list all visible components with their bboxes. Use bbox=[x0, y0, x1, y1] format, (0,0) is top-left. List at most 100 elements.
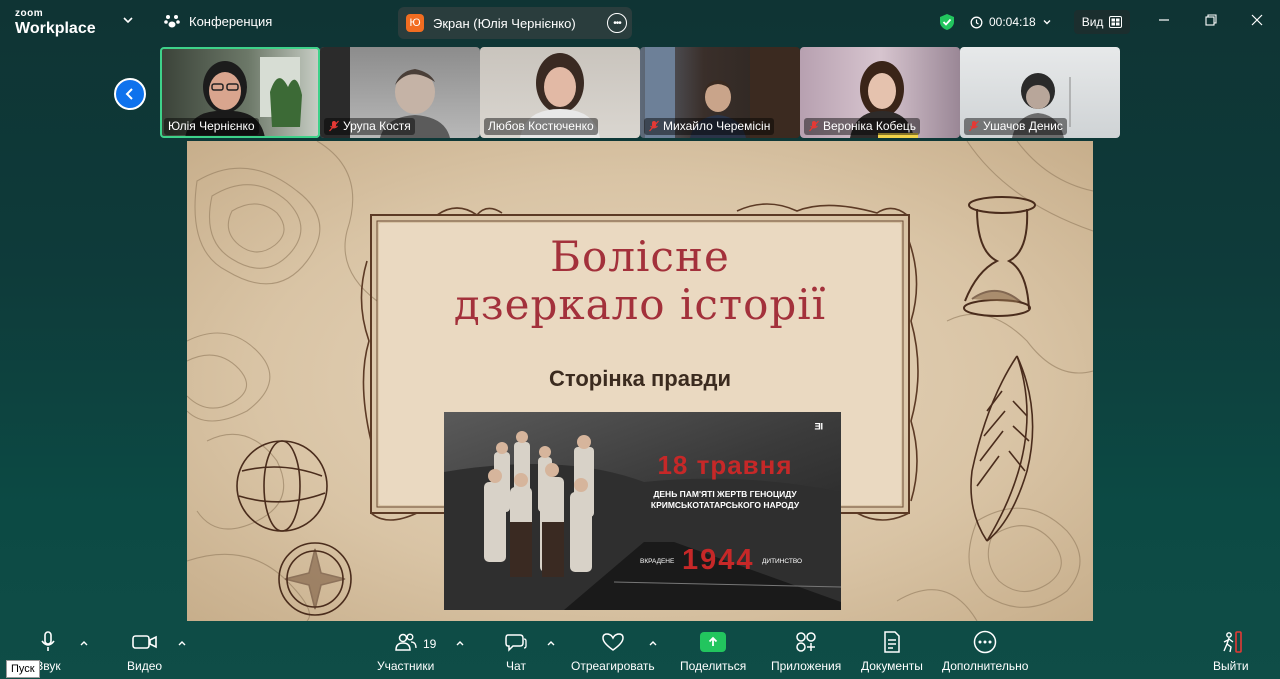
memorial-poster: ᴲᴵ 18 травня ДЕНЬ ПАМ'ЯТІ ЖЕРТВ ГЕНОЦИДУ… bbox=[444, 412, 841, 610]
timer-value: 00:04:18 bbox=[989, 15, 1036, 29]
brand-bottom: Workplace bbox=[15, 20, 96, 37]
restore-icon[interactable] bbox=[1203, 12, 1219, 28]
chat-icon bbox=[505, 634, 527, 652]
slide-title: Болісне дзеркало історії bbox=[374, 233, 906, 329]
participant-filmstrip: Юлія Чернієнко Урупа Костя Любов Костюче… bbox=[160, 47, 1120, 138]
react-label: Отреагировать bbox=[571, 659, 655, 673]
chevron-down-icon[interactable] bbox=[121, 13, 135, 27]
more-button[interactable]: Дополнительно bbox=[942, 628, 1028, 678]
participant-tile[interactable]: Юлія Чернієнко bbox=[160, 47, 320, 138]
share-label: Поделиться bbox=[680, 659, 747, 673]
video-label: Видео bbox=[127, 659, 163, 673]
more-options-icon[interactable]: ••• bbox=[607, 13, 627, 33]
shared-screen-slide: Болісне дзеркало історії Сторінка правди bbox=[187, 141, 1093, 621]
apps-button[interactable]: Приложения bbox=[771, 628, 841, 678]
screen-share-label: Экран (Юлія Чернієнко) bbox=[433, 15, 576, 31]
share-screen-button[interactable]: Поделиться bbox=[680, 628, 746, 678]
participant-tile[interactable]: Урупа Костя bbox=[320, 47, 480, 138]
minimize-icon[interactable] bbox=[1156, 12, 1172, 28]
chevron-up-icon[interactable] bbox=[79, 638, 89, 648]
more-label: Дополнительно bbox=[942, 659, 1029, 673]
audio-label: Звук bbox=[36, 659, 61, 673]
meeting-status-group: 00:04:18 Вид bbox=[938, 8, 1131, 36]
muted-mic-icon bbox=[809, 120, 819, 132]
poster-text-line2: КРИМСЬКОТАТАРСЬКОГО НАРОДУ bbox=[650, 500, 800, 510]
chat-label: Чат bbox=[506, 659, 526, 673]
grid-view-icon bbox=[1109, 16, 1123, 28]
zoom-logo: zoom Workplace bbox=[15, 9, 96, 37]
poster-logo: ᴲᴵ bbox=[814, 420, 823, 436]
chevron-up-icon[interactable] bbox=[177, 638, 187, 648]
muted-mic-icon bbox=[329, 120, 339, 132]
participant-name: Урупа Костя bbox=[343, 119, 411, 133]
microphone-icon bbox=[41, 631, 55, 651]
video-button[interactable]: Видео bbox=[127, 628, 162, 678]
meeting-timer[interactable]: 00:04:18 bbox=[970, 15, 1052, 29]
slide-title-line1: Болісне bbox=[550, 232, 730, 281]
slide-subtitle: Сторінка правди bbox=[549, 366, 731, 391]
clock-icon bbox=[970, 16, 983, 28]
muted-mic-icon bbox=[649, 120, 659, 132]
participants-label: Участники bbox=[377, 659, 435, 673]
docs-label: Документы bbox=[861, 659, 923, 673]
security-shield-icon[interactable] bbox=[938, 13, 956, 31]
participant-tile[interactable]: Любов Костюченко bbox=[480, 47, 640, 138]
react-button[interactable]: Отреагировать bbox=[571, 628, 655, 678]
poster-right-word: ДИТИНСТВО bbox=[762, 558, 803, 565]
poster-date: 18 травня bbox=[657, 450, 793, 480]
meeting-info-button[interactable]: Конференция bbox=[163, 12, 272, 30]
participants-icon bbox=[394, 633, 417, 651]
slide-title-line2: дзеркало історії bbox=[453, 280, 827, 329]
heart-icon bbox=[602, 633, 624, 651]
poster-left-word: ВКРАДЕНЕ bbox=[640, 558, 675, 565]
view-label: Вид bbox=[1081, 15, 1104, 29]
leave-label: Выйти bbox=[1213, 659, 1249, 673]
participant-name: Вероніка Кобець bbox=[823, 119, 917, 133]
participant-name: Юлія Чернієнко bbox=[168, 119, 255, 133]
participant-tile[interactable]: Михайло Черемісін bbox=[640, 47, 800, 138]
brand-top: zoom bbox=[15, 8, 44, 19]
apps-label: Приложения bbox=[771, 659, 842, 673]
start-tooltip: Пуск bbox=[6, 660, 40, 678]
audio-button[interactable]: Звук bbox=[36, 628, 61, 678]
poster-photo bbox=[444, 431, 841, 610]
leave-button[interactable]: Выйти bbox=[1213, 628, 1249, 678]
participants-count: 19 bbox=[423, 637, 437, 651]
apps-icon bbox=[796, 632, 816, 652]
view-button[interactable]: Вид bbox=[1073, 10, 1131, 34]
chevron-down-icon bbox=[1043, 20, 1051, 25]
muted-mic-icon bbox=[969, 120, 979, 132]
feather-icon bbox=[970, 355, 1034, 542]
participant-tile[interactable]: Вероніка Кобець bbox=[800, 47, 960, 138]
chevron-up-icon[interactable] bbox=[648, 638, 658, 648]
chat-button[interactable]: Чат bbox=[505, 628, 527, 678]
participant-name-tag: Урупа Костя bbox=[324, 118, 415, 135]
participant-name-tag: Михайло Черемісін bbox=[644, 118, 775, 135]
previous-page-button[interactable] bbox=[114, 78, 146, 110]
screen-share-pill[interactable]: Ю Экран (Юлія Чернієнко) ••• bbox=[398, 7, 632, 39]
globe-icon bbox=[236, 440, 328, 532]
participant-name-tag: Ушачов Денис bbox=[964, 118, 1067, 135]
chevron-left-icon bbox=[125, 88, 133, 100]
participant-tile[interactable]: Ушачов Денис bbox=[960, 47, 1120, 138]
top-bar: zoom Workplace Конференция Ю Экран (Юлія… bbox=[0, 0, 1280, 44]
chevron-up-icon[interactable] bbox=[546, 638, 556, 648]
video-camera-icon bbox=[131, 635, 157, 649]
sharer-avatar: Ю bbox=[406, 14, 424, 32]
close-icon[interactable] bbox=[1249, 12, 1265, 28]
compass-icon bbox=[278, 542, 352, 616]
document-icon bbox=[884, 631, 900, 653]
participant-name-tag: Любов Костюченко bbox=[484, 118, 598, 135]
hourglass-icon bbox=[963, 196, 1036, 317]
participant-name: Любов Костюченко bbox=[488, 119, 594, 133]
docs-button[interactable]: Документы bbox=[861, 628, 923, 678]
participant-name: Ушачов Денис bbox=[983, 119, 1063, 133]
participant-name-tag: Вероніка Кобець bbox=[804, 118, 921, 135]
chevron-up-icon[interactable] bbox=[455, 638, 465, 648]
share-screen-icon bbox=[700, 632, 727, 652]
more-options-icon bbox=[973, 630, 997, 654]
participants-button[interactable]: Участники bbox=[377, 628, 434, 678]
poster-year: 1944 bbox=[682, 544, 755, 576]
leave-icon bbox=[1223, 631, 1242, 653]
participant-name: Михайло Черемісін bbox=[663, 119, 771, 133]
